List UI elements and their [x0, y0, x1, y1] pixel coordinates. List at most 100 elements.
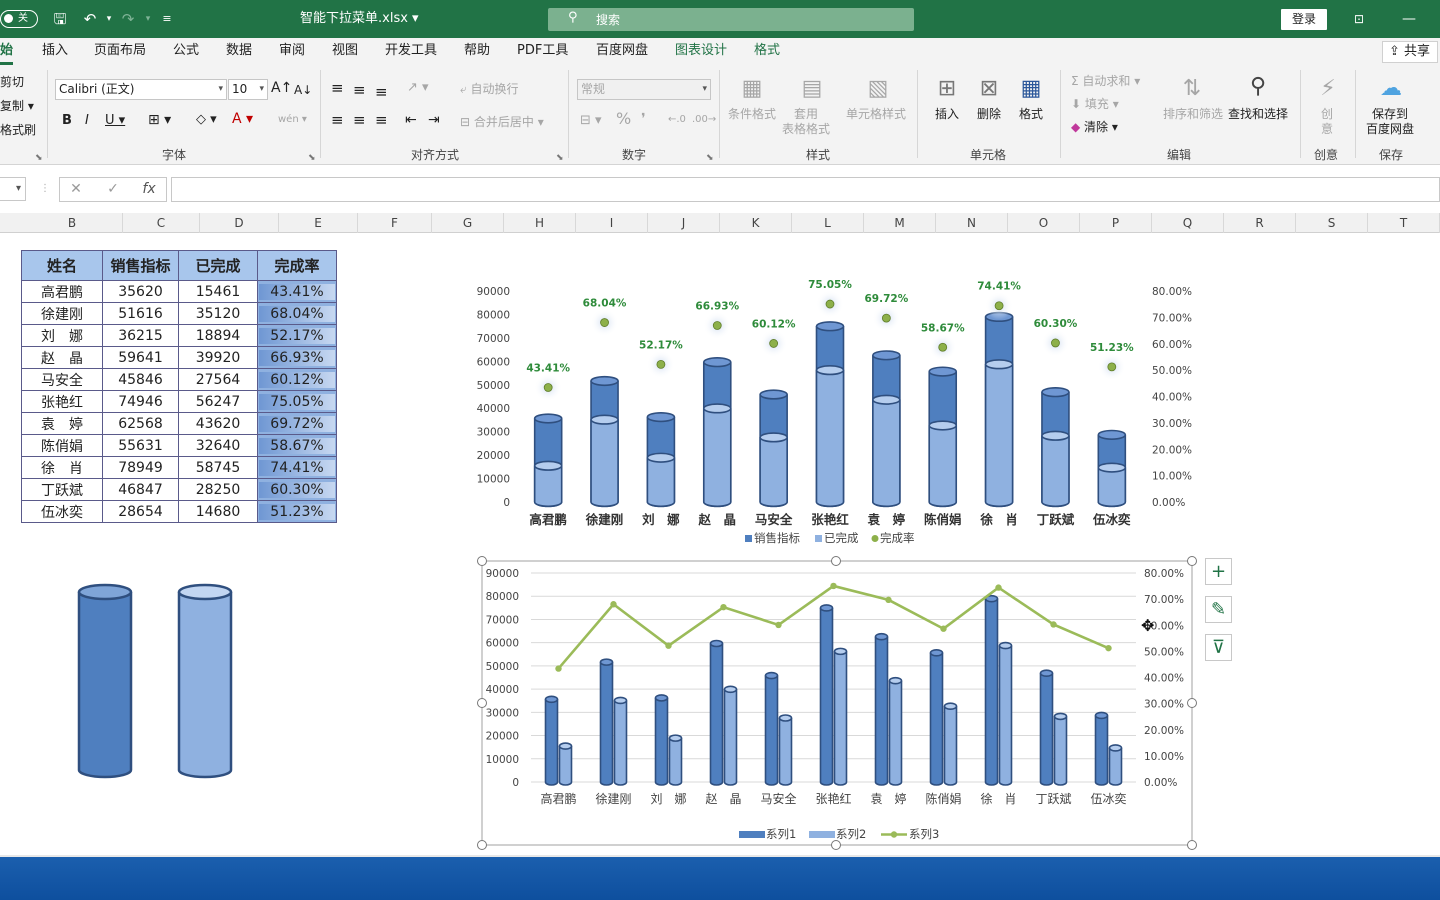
align-center-icon[interactable]: ≡: [353, 112, 366, 128]
series-2-bar[interactable]: [723, 685, 738, 786]
cell-styles-icon[interactable]: ▧: [862, 74, 894, 104]
customize-toolbar-icon[interactable]: ≡: [157, 9, 177, 29]
series-2-bar[interactable]: [833, 647, 848, 786]
series-1-bar[interactable]: [1039, 669, 1054, 786]
column-header-o[interactable]: O: [1008, 213, 1080, 233]
accounting-format-icon[interactable]: ⊟ ▾: [580, 113, 602, 129]
increase-decimal-icon[interactable]: ←.0: [668, 112, 686, 128]
series-1-bar[interactable]: [764, 671, 779, 786]
tab-view[interactable]: 视图: [332, 42, 358, 60]
target-cell[interactable]: 36215: [102, 324, 179, 347]
bold-icon[interactable]: B: [62, 113, 72, 129]
series-3-point[interactable]: [940, 625, 947, 632]
column-header-f[interactable]: F: [358, 213, 432, 233]
copy-button[interactable]: 复制 ▾: [0, 98, 34, 114]
share-button[interactable]: ⇪ 共享: [1382, 41, 1438, 63]
rate-marker[interactable]: [543, 383, 553, 392]
delete-cells-label[interactable]: 删除: [977, 107, 1001, 122]
name-cell[interactable]: 丁跃斌: [21, 478, 103, 501]
align-left-icon[interactable]: ≡: [331, 112, 344, 128]
column-header-r[interactable]: R: [1224, 213, 1296, 233]
completed-cell[interactable]: 43620: [178, 412, 258, 435]
series-1-bar[interactable]: [544, 695, 559, 786]
clipboard-launcher-icon[interactable]: ⬊: [35, 150, 43, 166]
series-1-bar[interactable]: [709, 639, 724, 786]
target-cell[interactable]: 28654: [102, 500, 179, 523]
resize-handle[interactable]: [831, 556, 841, 566]
target-cell[interactable]: 35620: [102, 280, 179, 303]
completed-cell[interactable]: 56247: [178, 390, 258, 413]
rate-cell[interactable]: 51.23%: [257, 500, 337, 523]
font-launcher-icon[interactable]: ⬊: [308, 150, 316, 166]
number-format-select[interactable]: 常规 ▾: [577, 79, 711, 100]
series-1-bar[interactable]: [984, 594, 999, 786]
font-name-select[interactable]: Calibri (正文) ▾: [55, 79, 227, 100]
rate-marker[interactable]: [938, 342, 948, 352]
format-cells-icon[interactable]: ▦: [1015, 74, 1047, 104]
series-completed-bar[interactable]: [984, 359, 1014, 508]
find-select-label[interactable]: 查找和选择: [1228, 107, 1288, 122]
name-box[interactable]: ▾: [0, 177, 26, 201]
tab-developer[interactable]: 开发工具: [385, 42, 437, 60]
align-bottom-icon[interactable]: ≡: [375, 84, 388, 100]
target-cell[interactable]: 51616: [102, 302, 179, 325]
series-1-bar[interactable]: [929, 649, 944, 786]
resize-handle[interactable]: [477, 840, 487, 850]
completed-cell[interactable]: 35120: [178, 302, 258, 325]
resize-handle[interactable]: [477, 698, 487, 708]
completed-cell[interactable]: 18894: [178, 324, 258, 347]
chart-elements-button[interactable]: +: [1205, 558, 1232, 585]
series-completed-bar[interactable]: [872, 394, 901, 508]
clustered-column-chart[interactable]: 90000 80000 70000 60000 50000 40000 30000 20000…: [476, 555, 1200, 855]
rate-marker[interactable]: [769, 339, 779, 348]
series-3-point[interactable]: [775, 621, 782, 629]
column-header-h[interactable]: H: [504, 213, 576, 233]
target-cell[interactable]: 62568: [102, 412, 179, 435]
series-1-bar[interactable]: [599, 658, 614, 786]
completed-cell[interactable]: 58745: [178, 456, 258, 479]
series-1-bar[interactable]: [654, 694, 669, 786]
cylinder-chart[interactable]: 90000 80000 70000 60000 50000 40000 30000 20000…: [470, 273, 1200, 553]
header-name[interactable]: 姓名: [21, 250, 103, 281]
header-target[interactable]: 销售指标: [102, 250, 179, 281]
column-header-q[interactable]: Q: [1152, 213, 1224, 233]
rate-marker[interactable]: [994, 301, 1004, 311]
target-cell[interactable]: 59641: [102, 346, 179, 369]
ribbon-display-icon[interactable]: ⊡: [1348, 8, 1370, 30]
align-top-icon[interactable]: ≡: [331, 80, 344, 96]
cell-styles-label[interactable]: 单元格样式: [846, 107, 906, 122]
tab-page-layout[interactable]: 页面布局: [94, 42, 146, 60]
series-2-bar[interactable]: [778, 714, 793, 786]
document-title[interactable]: 智能下拉菜单.xlsx ▾: [300, 10, 419, 28]
rate-cell[interactable]: 69.72%: [257, 412, 337, 435]
header-rate[interactable]: 完成率: [257, 250, 337, 281]
series-2-bar[interactable]: [613, 696, 628, 786]
column-header-l[interactable]: L: [792, 213, 864, 233]
series-completed-bar[interactable]: [759, 432, 788, 508]
resize-handle[interactable]: [1187, 556, 1197, 566]
increase-font-icon[interactable]: A↑: [271, 80, 292, 96]
tab-review[interactable]: 审阅: [279, 42, 305, 60]
rate-marker[interactable]: [881, 313, 891, 323]
completed-cell[interactable]: 28250: [178, 478, 258, 501]
rate-cell[interactable]: 60.30%: [257, 478, 337, 501]
resize-handle[interactable]: [1187, 840, 1197, 850]
series-3-point[interactable]: [1050, 621, 1057, 628]
fill-button[interactable]: ⬇ 填充 ▾: [1071, 96, 1119, 112]
target-cell[interactable]: 74946: [102, 390, 179, 413]
name-cell[interactable]: 高君鹏: [21, 280, 103, 303]
target-cell[interactable]: 45846: [102, 368, 179, 391]
fill-color-icon[interactable]: ◇ ▾: [196, 112, 217, 128]
format-painter-button[interactable]: 格式刷: [0, 122, 36, 138]
series-2-bar[interactable]: [1053, 712, 1068, 786]
rate-marker[interactable]: [1107, 362, 1117, 372]
tab-format[interactable]: 格式: [754, 42, 780, 60]
number-launcher-icon[interactable]: ⬊: [706, 150, 714, 166]
completed-cell[interactable]: 39920: [178, 346, 258, 369]
tab-data[interactable]: 数据: [226, 42, 252, 60]
completed-cell[interactable]: 27564: [178, 368, 258, 391]
insert-cells-icon[interactable]: ⊞: [931, 74, 963, 104]
rate-cell[interactable]: 66.93%: [257, 346, 337, 369]
series-3-point[interactable]: [885, 596, 892, 604]
insert-cells-label[interactable]: 插入: [935, 107, 959, 122]
